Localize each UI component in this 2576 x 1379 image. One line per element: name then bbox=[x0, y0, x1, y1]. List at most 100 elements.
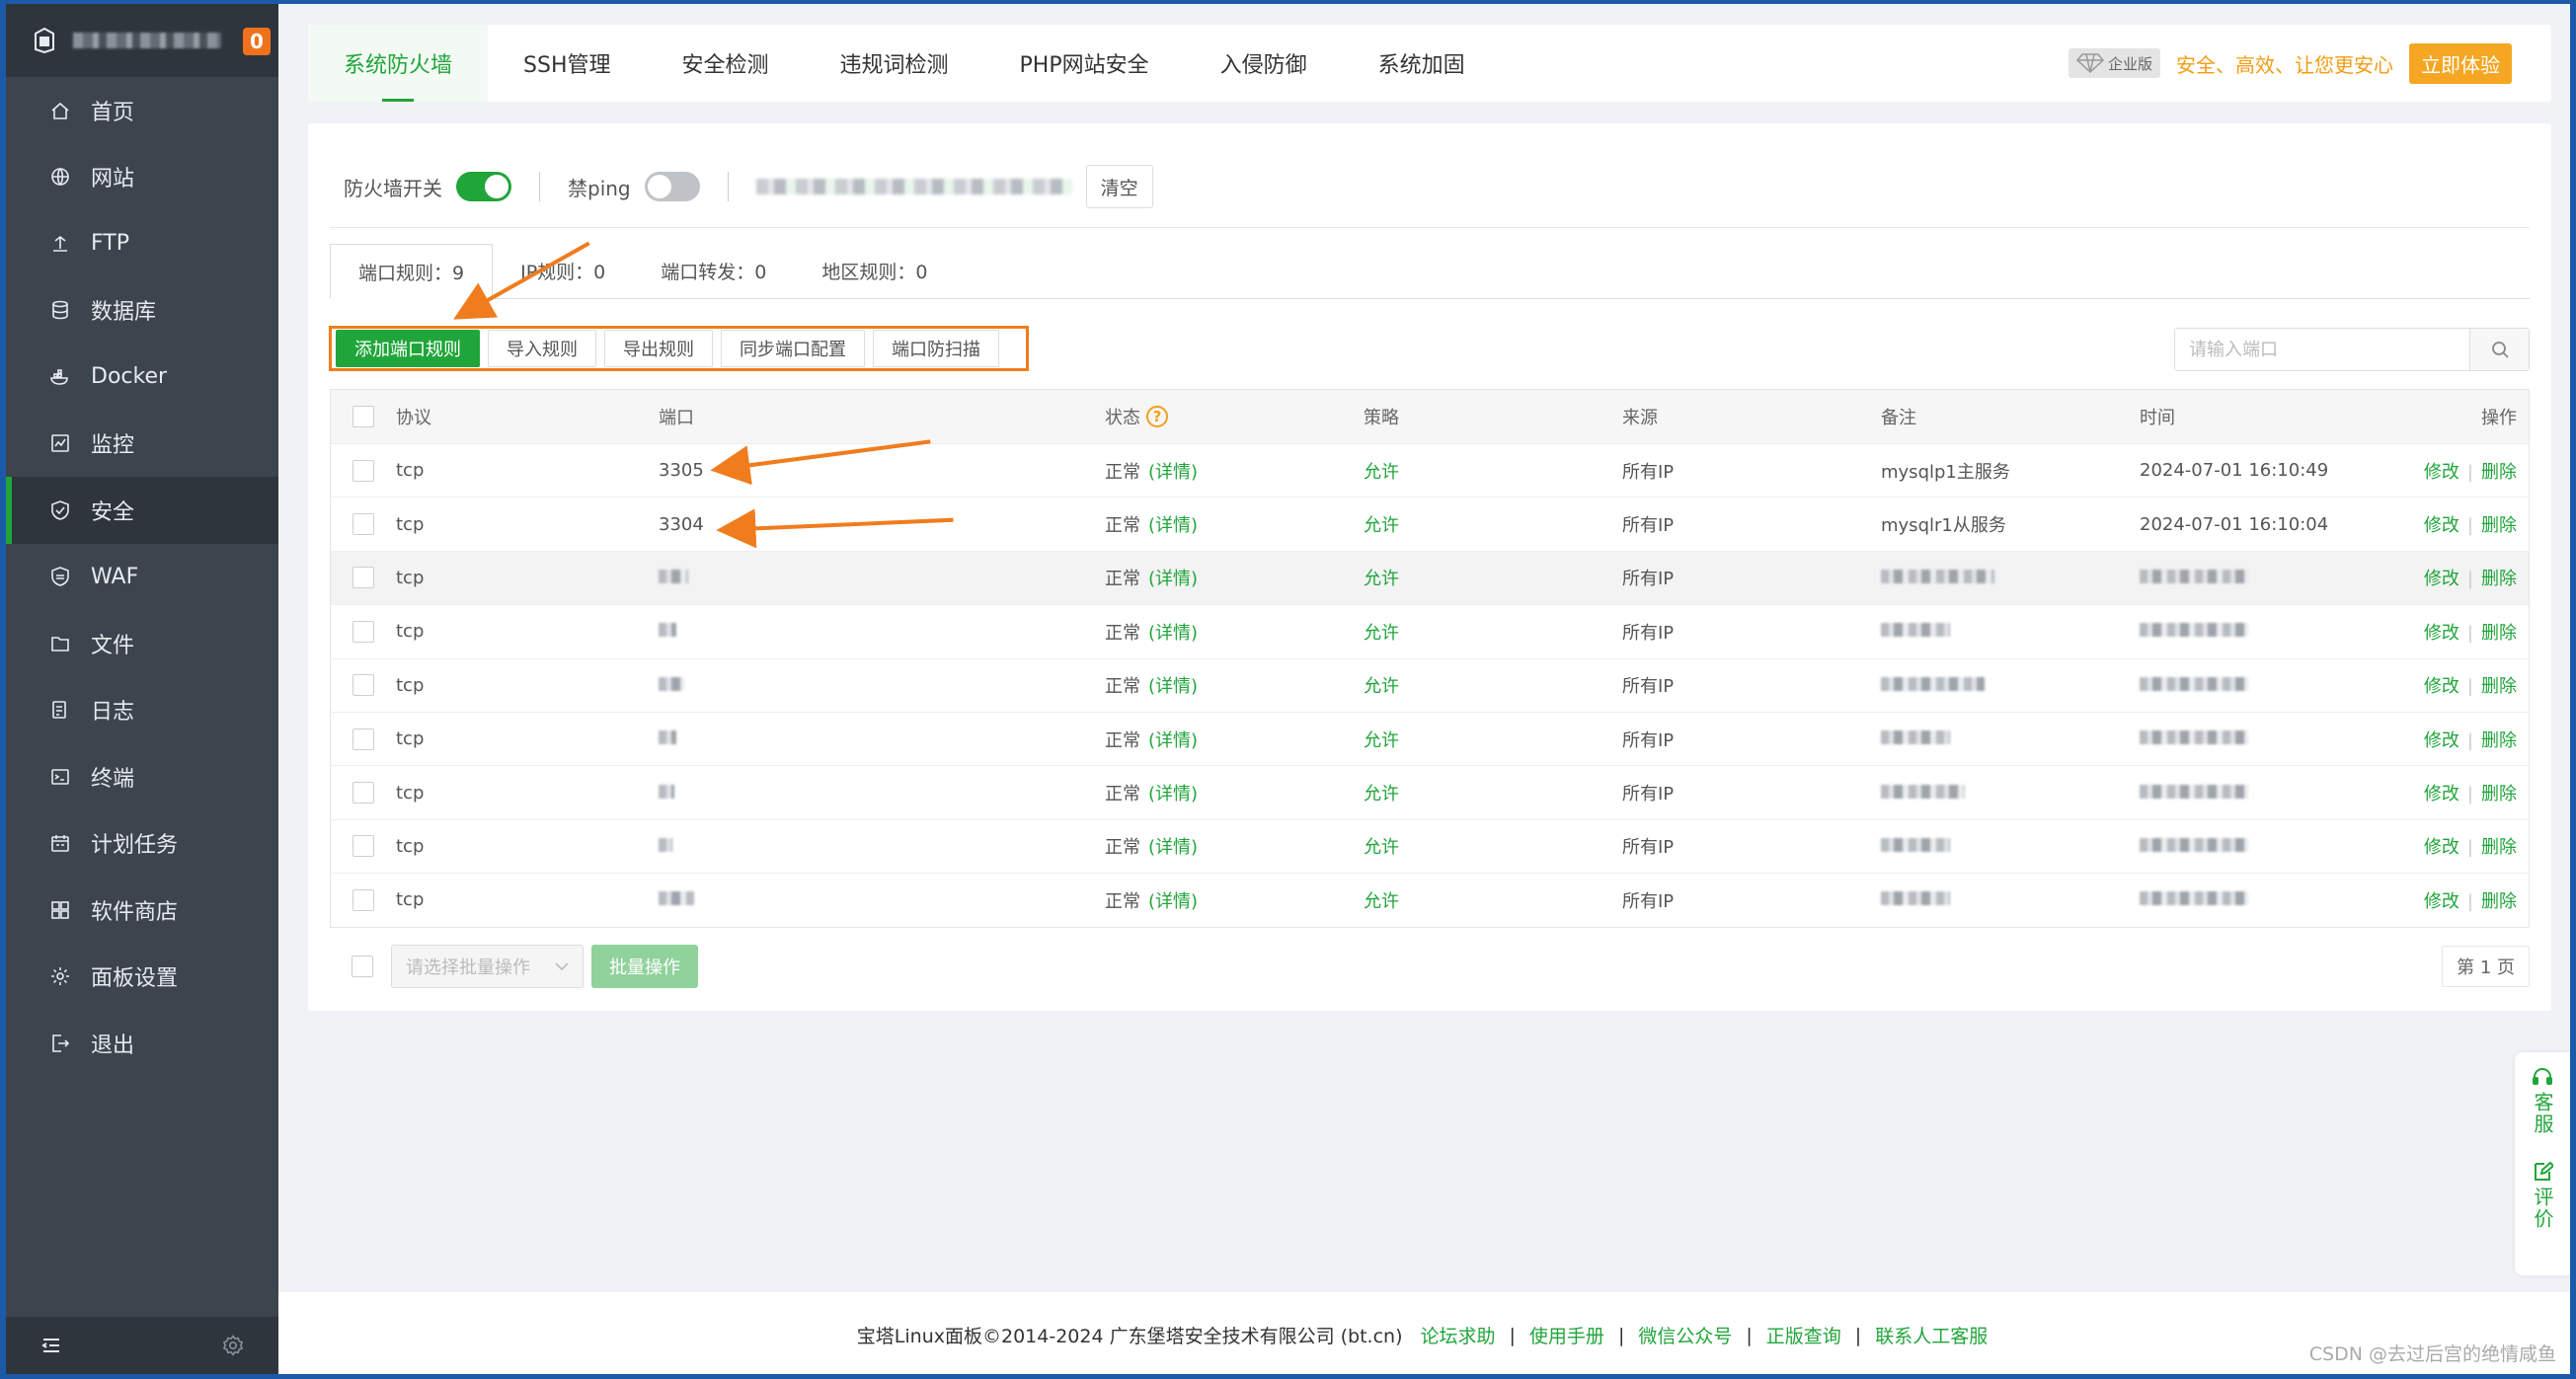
detail-link[interactable]: (详情) bbox=[1148, 887, 1198, 913]
row-checkbox[interactable] bbox=[352, 620, 374, 643]
sidebar-item-2[interactable]: FTP bbox=[6, 210, 278, 277]
table-row: tcp 正常 (详情) 允许 所有IP 修改 | 删除 bbox=[331, 711, 2529, 765]
export-rules-button[interactable]: 导出规则 bbox=[604, 330, 713, 367]
tab-6[interactable]: 系统加固 bbox=[1343, 25, 1501, 102]
footer-link[interactable]: 论坛求助 bbox=[1421, 1322, 1496, 1348]
promo-text: 安全、高效、让您更安心 bbox=[2176, 52, 2393, 77]
edit-link[interactable]: 修改 bbox=[2424, 891, 2459, 912]
redacted-note bbox=[1881, 676, 1985, 691]
note-value: mysqlr1从服务 bbox=[1881, 515, 2006, 537]
notification-badge[interactable]: 0 bbox=[243, 28, 271, 55]
customer-service-button[interactable]: 客服 bbox=[2531, 1066, 2554, 1135]
row-checkbox[interactable] bbox=[352, 728, 374, 750]
row-checkbox[interactable] bbox=[352, 782, 374, 804]
sidebar-item-8[interactable]: 文件 bbox=[6, 610, 278, 677]
sidebar-item-11[interactable]: 计划任务 bbox=[6, 810, 278, 878]
detail-link[interactable]: (详情) bbox=[1148, 458, 1198, 484]
row-checkbox[interactable] bbox=[352, 567, 374, 589]
sidebar-item-10[interactable]: 终端 bbox=[6, 743, 278, 810]
add-port-rule-button[interactable]: 添加端口规则 bbox=[336, 330, 480, 367]
status-value: 正常 bbox=[1105, 569, 1140, 590]
sidebar-item-9[interactable]: 日志 bbox=[6, 677, 278, 744]
detail-link[interactable]: (详情) bbox=[1148, 565, 1198, 590]
footer-link[interactable]: 微信公众号 bbox=[1638, 1322, 1732, 1348]
port-anti-scan-button[interactable]: 端口防扫描 bbox=[873, 330, 999, 367]
sidebar-item-0[interactable]: 首页 bbox=[6, 77, 278, 144]
row-checkbox[interactable] bbox=[352, 459, 374, 482]
tab-4[interactable]: PHP网站安全 bbox=[984, 25, 1185, 102]
edit-link[interactable]: 修改 bbox=[2424, 676, 2459, 697]
edit-link[interactable]: 修改 bbox=[2424, 462, 2459, 483]
import-rules-button[interactable]: 导入规则 bbox=[488, 330, 596, 367]
detail-link[interactable]: (详情) bbox=[1148, 833, 1198, 859]
try-now-button[interactable]: 立即体验 bbox=[2409, 42, 2512, 84]
detail-link[interactable]: (详情) bbox=[1148, 780, 1198, 805]
protocol-value: tcp bbox=[396, 782, 425, 804]
rule-tab-3[interactable]: 地区规则：0 bbox=[794, 243, 955, 298]
review-button[interactable]: 评价 bbox=[2531, 1161, 2554, 1230]
delete-link[interactable]: 删除 bbox=[2481, 837, 2517, 858]
delete-link[interactable]: 删除 bbox=[2481, 515, 2517, 536]
search-button[interactable] bbox=[2469, 329, 2529, 370]
delete-link[interactable]: 删除 bbox=[2481, 676, 2517, 697]
footer-link[interactable]: 正版查询 bbox=[1766, 1322, 1841, 1348]
delete-link[interactable]: 删除 bbox=[2481, 462, 2517, 483]
tab-5[interactable]: 入侵防御 bbox=[1185, 25, 1343, 102]
sidebar-item-6[interactable]: 安全 bbox=[6, 477, 278, 544]
tab-3[interactable]: 违规词检测 bbox=[805, 25, 984, 102]
sidebar-item-3[interactable]: 数据库 bbox=[6, 277, 278, 345]
edit-link[interactable]: 修改 bbox=[2424, 569, 2459, 589]
sidebar-item-1[interactable]: 网站 bbox=[6, 144, 278, 211]
edit-link[interactable]: 修改 bbox=[2424, 730, 2459, 751]
rule-tab-0[interactable]: 端口规则：9 bbox=[330, 244, 494, 299]
detail-link[interactable]: (详情) bbox=[1148, 619, 1198, 645]
sidebar-item-5[interactable]: 监控 bbox=[6, 411, 278, 478]
status-value: 正常 bbox=[1105, 461, 1140, 483]
row-checkbox[interactable] bbox=[352, 513, 374, 536]
time-value: 2024-07-01 16:10:04 bbox=[2140, 513, 2329, 535]
detail-link[interactable]: (详情) bbox=[1148, 511, 1198, 537]
footer-link[interactable]: 使用手册 bbox=[1529, 1322, 1604, 1348]
enterprise-promo: 企业版 安全、高效、让您更安心 立即体验 bbox=[2068, 25, 2551, 102]
batch-operation-button[interactable]: 批量操作 bbox=[591, 945, 698, 988]
delete-link[interactable]: 删除 bbox=[2481, 623, 2517, 644]
edit-link[interactable]: 修改 bbox=[2424, 784, 2459, 804]
pagination[interactable]: 第 1 页 bbox=[2442, 946, 2530, 987]
batch-select-checkbox[interactable] bbox=[351, 956, 373, 977]
select-all-checkbox[interactable] bbox=[352, 406, 374, 427]
footer-link[interactable]: 联系人工客服 bbox=[1875, 1322, 1988, 1348]
sidebar-item-4[interactable]: Docker bbox=[6, 344, 278, 411]
rule-tab-2[interactable]: 端口转发：0 bbox=[633, 243, 794, 298]
ping-toggle[interactable] bbox=[644, 172, 700, 201]
delete-link[interactable]: 删除 bbox=[2481, 730, 2517, 751]
detail-link[interactable]: (详情) bbox=[1148, 727, 1198, 752]
edit-link[interactable]: 修改 bbox=[2424, 515, 2459, 536]
collapse-menu-icon[interactable] bbox=[39, 1334, 63, 1357]
sidebar-item-7[interactable]: WAF bbox=[6, 544, 278, 611]
row-checkbox[interactable] bbox=[352, 674, 374, 697]
sidebar-item-13[interactable]: 面板设置 bbox=[6, 944, 278, 1011]
tab-2[interactable]: 安全检测 bbox=[647, 25, 805, 102]
clear-button[interactable]: 清空 bbox=[1085, 165, 1153, 208]
delete-link[interactable]: 删除 bbox=[2481, 891, 2517, 912]
row-checkbox[interactable] bbox=[352, 835, 374, 858]
edit-link[interactable]: 修改 bbox=[2424, 623, 2459, 644]
firewall-toggle[interactable] bbox=[456, 172, 511, 201]
settings-gear-icon[interactable] bbox=[221, 1334, 245, 1357]
row-checkbox[interactable] bbox=[352, 888, 374, 911]
tab-0[interactable]: 系统防火墙 bbox=[308, 25, 489, 102]
delete-link[interactable]: 删除 bbox=[2481, 784, 2517, 804]
edit-link[interactable]: 修改 bbox=[2424, 837, 2459, 858]
sidebar-item-14[interactable]: 退出 bbox=[6, 1010, 278, 1077]
batch-operation-select[interactable]: 请选择批量操作 bbox=[391, 945, 584, 988]
delete-link[interactable]: 删除 bbox=[2481, 569, 2517, 589]
firewall-panel: 防火墙开关 禁ping 清空 端口规则：9 IP规则：0 端口转发：0 地区规则：0 … bbox=[308, 123, 2551, 1011]
sync-port-config-button[interactable]: 同步端口配置 bbox=[721, 330, 865, 367]
port-search-input[interactable] bbox=[2175, 329, 2469, 370]
detail-link[interactable]: (详情) bbox=[1148, 672, 1198, 698]
rule-tab-1[interactable]: IP规则：0 bbox=[493, 243, 633, 298]
tab-1[interactable]: SSH管理 bbox=[488, 25, 646, 102]
sidebar-item-12[interactable]: 软件商店 bbox=[6, 877, 278, 944]
help-question-icon[interactable]: ? bbox=[1146, 406, 1168, 427]
protocol-value: tcp bbox=[396, 460, 425, 482]
